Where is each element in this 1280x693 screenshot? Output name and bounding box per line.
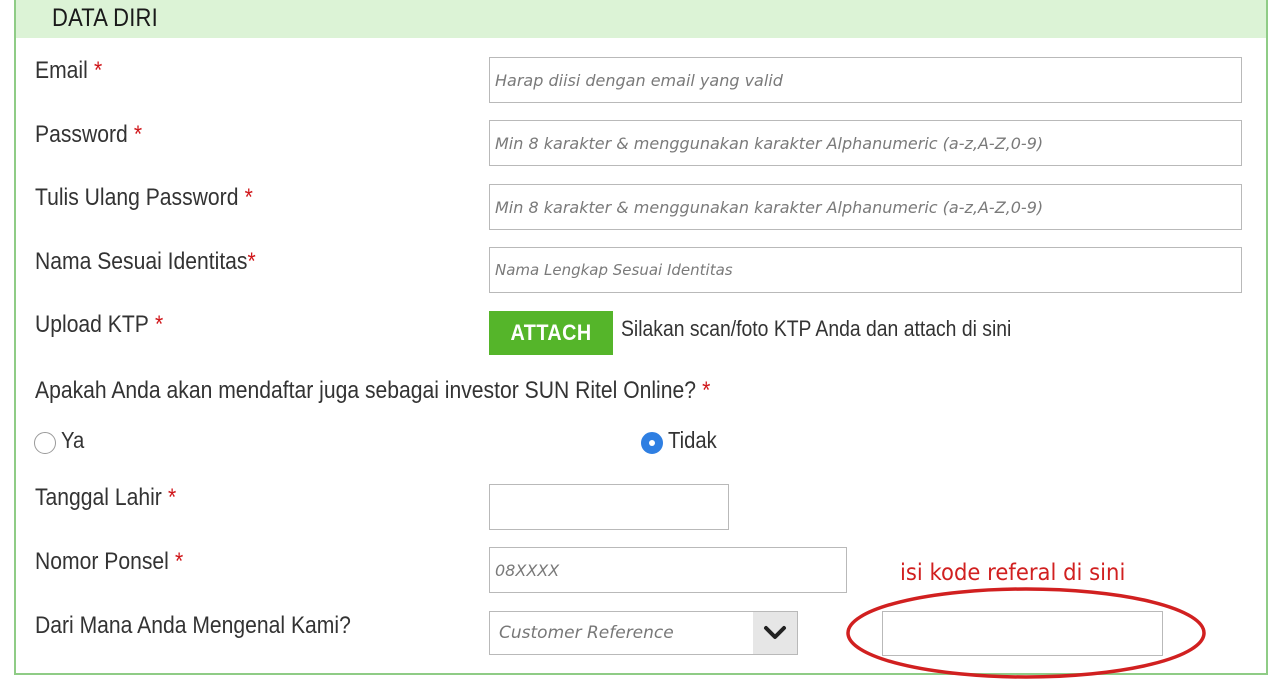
- referral-source-value: Customer Reference: [499, 623, 674, 643]
- required-marker: *: [244, 184, 253, 211]
- radio-tidak[interactable]: [641, 432, 663, 454]
- required-marker: *: [133, 121, 143, 148]
- required-marker: *: [247, 248, 256, 275]
- section-title: DATA DIRI: [52, 4, 158, 32]
- referral-source-label: Dari Mana Anda Mengenal Kami?: [35, 612, 351, 639]
- radio-ya[interactable]: [34, 432, 56, 454]
- password-label: Password *: [35, 121, 143, 148]
- section-header: DATA DIRI: [16, 0, 1266, 38]
- required-marker: *: [702, 377, 711, 404]
- upload-ktp-label: Upload KTP *: [35, 311, 164, 338]
- investor-question-label: Apakah Anda akan mendaftar juga sebagai …: [35, 377, 711, 404]
- required-marker: *: [155, 311, 164, 338]
- full-name-label: Nama Sesuai Identitas*: [35, 248, 256, 275]
- birth-date-label: Tanggal Lahir *: [35, 484, 177, 511]
- full-name-field[interactable]: [489, 247, 1242, 293]
- attach-hint-text: Silakan scan/foto KTP Anda dan attach di…: [621, 316, 1012, 341]
- email-field[interactable]: [489, 57, 1242, 103]
- birth-date-field[interactable]: [489, 484, 729, 530]
- required-marker: *: [93, 57, 103, 84]
- radio-ya-label[interactable]: Ya: [61, 427, 84, 454]
- referral-source-select[interactable]: Customer Reference: [489, 611, 798, 655]
- required-marker: *: [174, 548, 184, 575]
- chevron-down-icon[interactable]: [753, 612, 797, 654]
- phone-field[interactable]: [489, 547, 847, 593]
- phone-label: Nomor Ponsel *: [35, 548, 184, 575]
- attach-ktp-button[interactable]: ATTACH: [489, 311, 613, 355]
- confirm-password-field[interactable]: [489, 184, 1242, 230]
- radio-tidak-label[interactable]: Tidak: [668, 427, 717, 454]
- required-marker: *: [167, 484, 177, 511]
- confirm-password-label: Tulis Ulang Password *: [35, 184, 253, 211]
- email-label: Email *: [35, 57, 103, 84]
- annotation-ellipse: [846, 587, 1206, 679]
- password-field[interactable]: [489, 120, 1242, 166]
